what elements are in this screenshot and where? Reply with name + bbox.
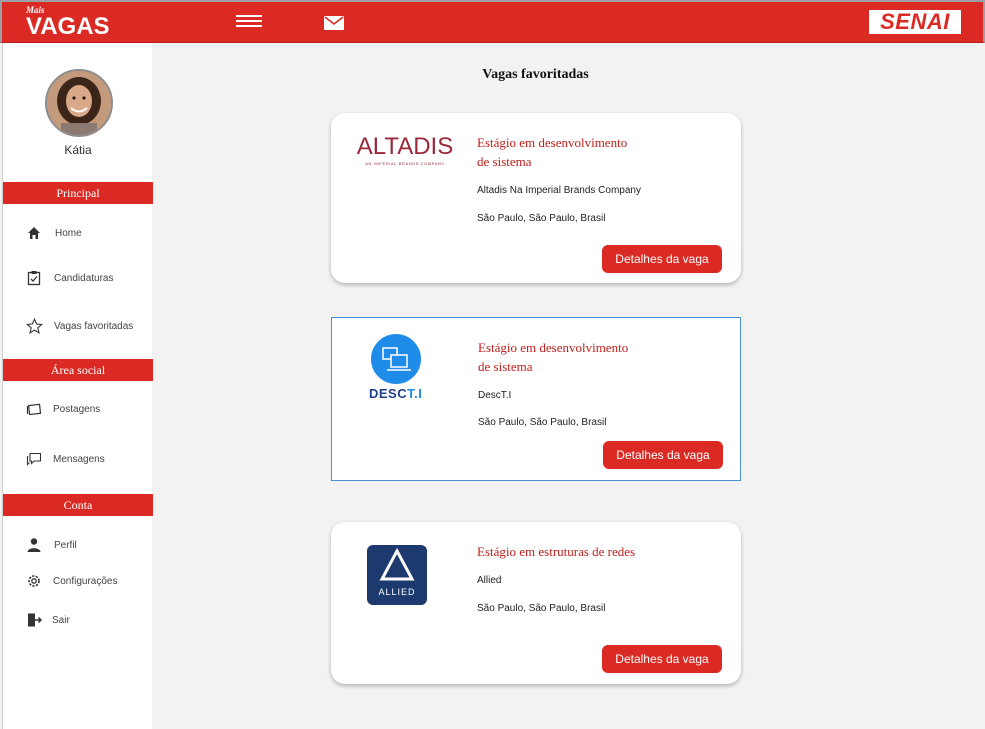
section-conta: Conta (3, 494, 153, 516)
sidebar-item-label: Home (55, 227, 82, 239)
sidebar-item-label: Vagas favoritadas (54, 320, 134, 332)
job-details-button[interactable]: Detalhes da vaga (603, 441, 723, 469)
logo-text: DESCT.I (369, 386, 422, 401)
sidebar-item-candidaturas[interactable]: Candidaturas (3, 264, 153, 292)
sidebar-item-home[interactable]: Home (3, 219, 153, 247)
allied-triangle-icon (379, 547, 415, 581)
sidebar-item-vagas-favoritadas[interactable]: Vagas favoritadas (3, 312, 153, 340)
sidebar-item-label: Postagens (53, 403, 101, 415)
sidebar-item-label: Perfil (54, 539, 77, 551)
senai-logo: SENAI (869, 9, 961, 34)
chat-icon (25, 450, 43, 468)
sidebar-item-sair[interactable]: Sair (3, 606, 153, 634)
home-icon (25, 224, 43, 242)
sidebar-item-label: Candidaturas (54, 272, 114, 284)
job-title-line: Estágio em desenvolvimento (477, 135, 628, 150)
top-bar: Mais VAGAS SENAI (0, 0, 985, 43)
altadis-logo: ALTADIS AN IMPERIAL BRANDS COMPANY (355, 133, 455, 173)
job-title-line: de sistema (477, 154, 532, 169)
sidebar-item-label: Sair (52, 614, 70, 626)
desct-logo: DESCT.I (356, 334, 428, 406)
logo-text: ALTADIS (356, 133, 454, 160)
job-location: São Paulo, São Paulo, Brasil (478, 417, 607, 428)
gear-icon (25, 572, 43, 590)
user-name: Kátia (64, 143, 92, 157)
job-title[interactable]: Estágio em desenvolvimento de sistema (478, 338, 678, 376)
sidebar-item-label: Configurações (53, 575, 118, 587)
job-details-button[interactable]: Detalhes da vaga (602, 245, 722, 273)
job-title-line: Estágio em desenvolvimento (478, 340, 629, 355)
job-location: São Paulo, São Paulo, Brasil (477, 603, 606, 614)
company-name: DescT.I (478, 390, 512, 401)
logout-icon (25, 611, 43, 629)
logo-text-a: DESC (369, 386, 408, 401)
monitor-icon (371, 334, 421, 384)
section-principal: Principal (3, 182, 153, 204)
sidebar-item-label: Mensagens (53, 453, 105, 465)
star-icon (25, 317, 43, 335)
job-title-line: de sistema (478, 359, 533, 374)
allied-logo: ALLIED (367, 545, 427, 605)
job-details-button[interactable]: Detalhes da vaga (602, 645, 722, 673)
sidebar-item-mensagens[interactable]: Mensagens (3, 445, 153, 473)
page-title: Vagas favoritadas (482, 67, 589, 82)
job-title-line: Estágio em estruturas de redes (477, 544, 636, 559)
logo-big-text: VAGAS (26, 13, 110, 40)
job-card: ALTADIS AN IMPERIAL BRANDS COMPANY Estág… (331, 113, 741, 283)
mail-icon[interactable] (324, 16, 344, 30)
menu-icon[interactable] (236, 15, 262, 29)
job-card: ALLIED Estágio em estruturas de redes Al… (331, 522, 741, 684)
sidebar-item-configuracoes[interactable]: Configurações (3, 567, 153, 595)
avatar[interactable] (45, 69, 113, 137)
clipboard-check-icon (25, 269, 43, 287)
company-name: Allied (477, 575, 502, 586)
logo-text-b: T.I (407, 386, 423, 401)
job-location: São Paulo, São Paulo, Brasil (477, 213, 606, 224)
company-name: Altadis Na Imperial Brands Company (477, 185, 641, 196)
section-area-social: Área social (3, 359, 153, 381)
logo-text: ALLIED (378, 587, 416, 597)
posts-icon (25, 400, 43, 418)
senai-text: SENAI (880, 9, 950, 34)
logo-subtext: AN IMPERIAL BRANDS COMPANY (365, 161, 445, 166)
job-card: DESCT.I Estágio em desenvolvimento de si… (331, 317, 741, 481)
person-icon (25, 536, 43, 554)
sidebar: Kátia Principal Home Candidaturas Vagas … (2, 43, 153, 729)
job-title[interactable]: Estágio em estruturas de redes (477, 542, 677, 561)
sidebar-item-postagens[interactable]: Postagens (3, 395, 153, 423)
job-title[interactable]: Estágio em desenvolvimento de sistema (477, 133, 677, 171)
sidebar-item-perfil[interactable]: Perfil (3, 531, 153, 559)
